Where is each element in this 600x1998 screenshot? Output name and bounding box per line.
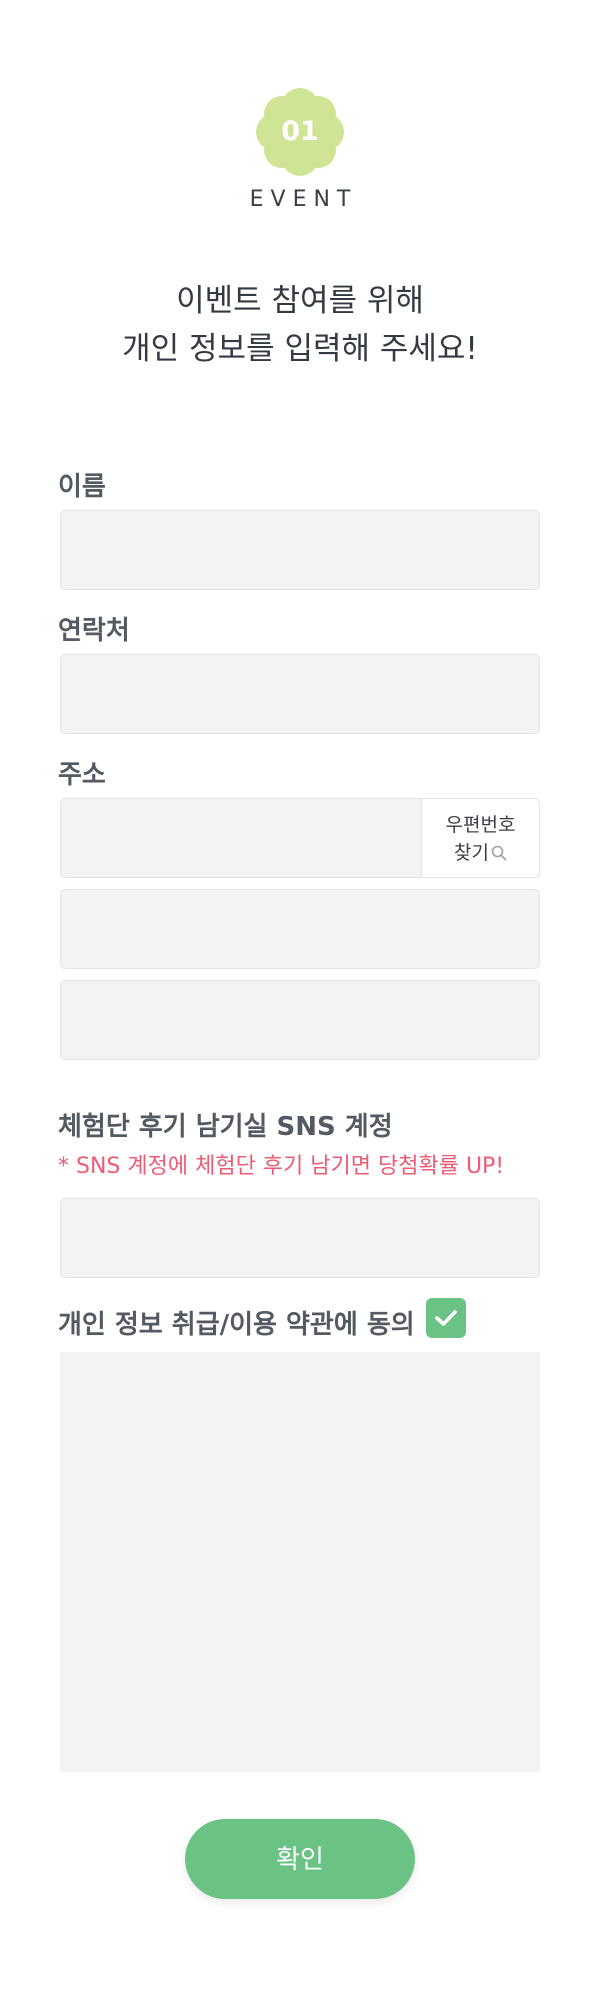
- terms-textarea[interactable]: [60, 1352, 540, 1772]
- zipcode-search-button[interactable]: 우편번호 찾기: [421, 799, 539, 877]
- search-icon: [491, 841, 507, 861]
- sns-label: 체험단 후기 남기실 SNS 계정: [58, 1112, 393, 1142]
- sns-input[interactable]: [60, 1198, 540, 1278]
- headline-line-2: 개인 정보를 입력해 주세요!: [122, 331, 478, 367]
- contact-label: 연락처: [58, 616, 130, 646]
- terms-label: 개인 정보 취급/이용 약관에 동의: [58, 1310, 415, 1340]
- address-detail-input[interactable]: [60, 980, 540, 1060]
- name-label: 이름: [58, 472, 106, 502]
- terms-agree-checkbox[interactable]: [426, 1298, 466, 1338]
- event-badge: 01: [256, 88, 344, 176]
- badge-number: 01: [281, 116, 319, 147]
- zip-button-line-1: 우편번호: [445, 814, 516, 836]
- name-input[interactable]: [60, 510, 540, 590]
- check-icon: [435, 1310, 457, 1326]
- zip-button-line-2: 찾기: [454, 842, 489, 864]
- address-label: 주소: [58, 760, 106, 790]
- confirm-button[interactable]: 확인: [185, 1819, 415, 1899]
- zipcode-input[interactable]: 우편번호 찾기: [60, 798, 540, 878]
- contact-input[interactable]: [60, 654, 540, 734]
- address-input[interactable]: [60, 889, 540, 969]
- sns-promo-text: * SNS 계정에 체험단 후기 남기면 당첨확률 UP!: [58, 1154, 505, 1179]
- event-label: EVENT: [249, 187, 358, 212]
- headline-line-1: 이벤트 참여를 위해: [176, 283, 424, 319]
